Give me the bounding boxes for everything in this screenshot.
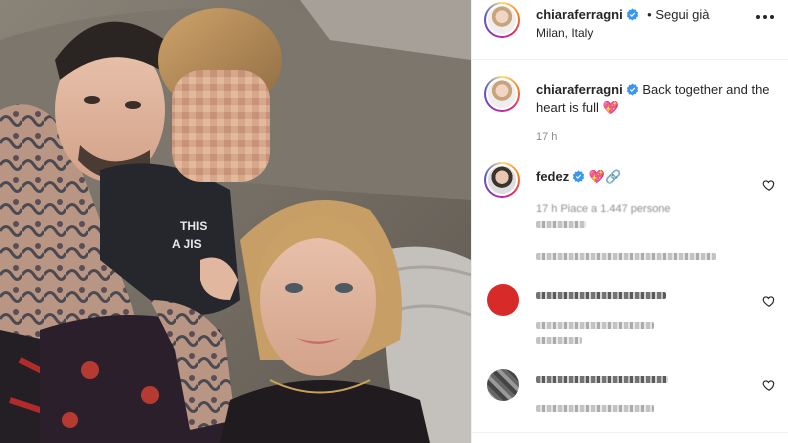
more-options-icon[interactable] [755, 14, 775, 20]
comment-text-blurred [536, 292, 666, 299]
heart-outline-icon[interactable] [762, 178, 776, 192]
caption-username[interactable]: chiaraferragni [536, 82, 623, 97]
caption-avatar[interactable] [484, 76, 520, 112]
verified-badge-icon [573, 170, 585, 183]
verified-badge-icon [626, 8, 638, 21]
author-username[interactable]: chiaraferragni [536, 7, 623, 22]
author-line: chiaraferragni • Segui già [536, 6, 710, 24]
comment-avatar[interactable] [487, 369, 519, 401]
verified-badge-icon [626, 83, 638, 96]
reply-link-blurred[interactable] [536, 337, 582, 344]
comment-meta-blurred [536, 322, 654, 329]
comment-body: fedez 💖🔗 [536, 168, 621, 186]
comment-meta[interactable]: 17 h Piace a 1.447 persone [536, 203, 671, 215]
post-location[interactable]: Milan, Italy [536, 26, 593, 40]
comment-meta-blurred [536, 405, 654, 412]
caption-time[interactable]: 17 h [536, 131, 557, 143]
post-header: chiaraferragni • Segui già Milan, Italy [472, 0, 788, 60]
family-selfie-image: THIS A JIS [0, 0, 471, 443]
comment-avatar[interactable] [487, 284, 519, 316]
caption-body: chiaraferragni Back together and the hea… [536, 81, 771, 117]
instagram-post-modal: THIS A JIS chiaraferragni • Segui già Mi… [0, 0, 788, 443]
svg-text:THIS: THIS [180, 219, 207, 233]
post-side-panel: chiaraferragni • Segui già Milan, Italy … [471, 0, 788, 443]
comment-text-blurred [536, 376, 668, 383]
comment-avatar[interactable] [484, 162, 520, 198]
reply-link-blurred[interactable] [536, 221, 586, 228]
svg-text:A JIS: A JIS [172, 237, 202, 251]
author-avatar[interactable] [484, 2, 520, 38]
comment-text: 💖🔗 [588, 169, 622, 184]
action-bar-edge [472, 432, 788, 443]
post-photo[interactable]: THIS A JIS [0, 0, 471, 443]
comment-username[interactable]: fedez [536, 169, 569, 184]
heart-outline-icon[interactable] [762, 378, 776, 392]
follow-status-button[interactable]: • Segui già [647, 7, 709, 22]
view-replies-blurred[interactable] [536, 253, 716, 260]
heart-outline-icon[interactable] [762, 294, 776, 308]
